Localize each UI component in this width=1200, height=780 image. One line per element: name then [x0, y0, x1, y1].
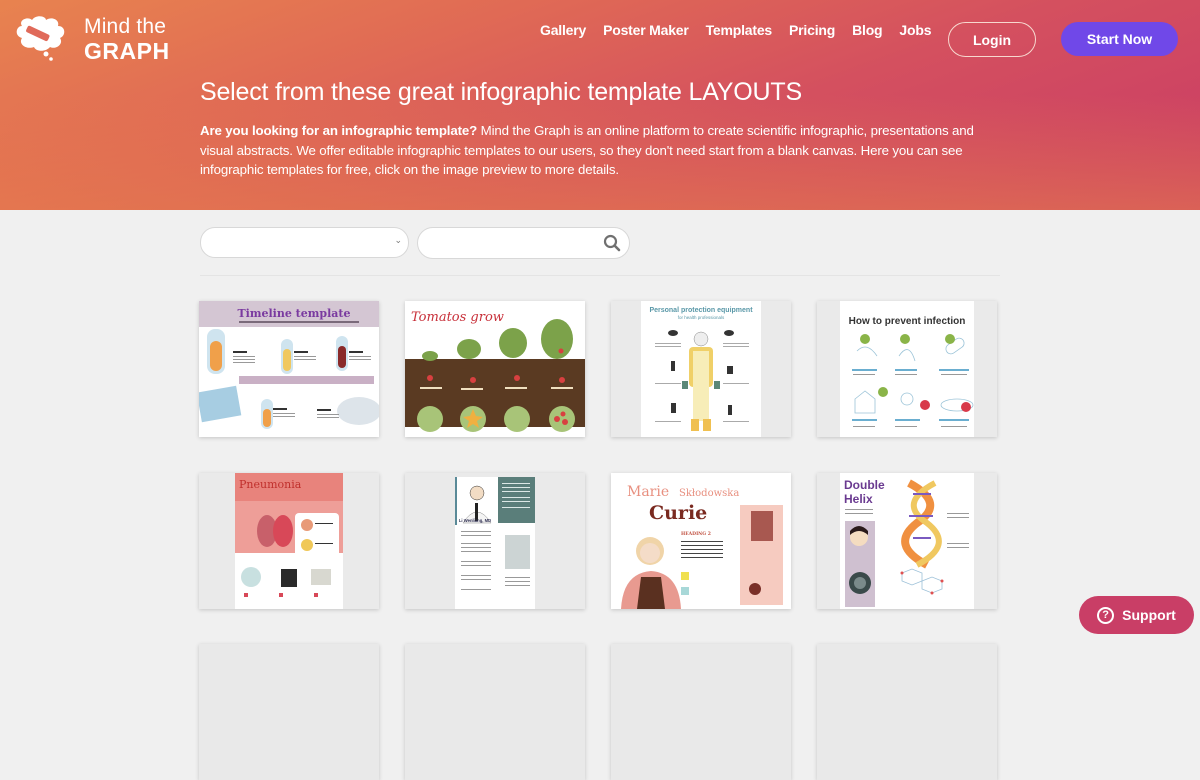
template-title: Timeline template — [238, 307, 351, 320]
template-heading: HEADING 2 — [681, 531, 711, 537]
nav-blog[interactable]: Blog — [852, 22, 883, 38]
start-now-button[interactable]: Start Now — [1061, 22, 1178, 56]
template-title-line1: Double — [844, 478, 885, 492]
template-title-line1: Marie — [627, 484, 669, 500]
template-thumbnail: Tomatos grow — [405, 301, 585, 437]
brain-pencil-icon — [16, 16, 65, 61]
logo-text-line1: Mind the — [84, 14, 167, 38]
nav-jobs[interactable]: Jobs — [899, 22, 931, 38]
logo[interactable]: Mind the GRAPH — [12, 14, 170, 64]
template-card-pneumonia[interactable]: Pneumonia — [199, 473, 379, 609]
template-card[interactable] — [817, 644, 997, 780]
template-title: Personal protection equipment — [649, 307, 753, 314]
template-title-line2: Curie — [649, 502, 707, 524]
main-nav: Gallery Poster Maker Templates Pricing B… — [540, 22, 931, 38]
template-thumbnail: Marie Skłodowska Curie HEADING 2 — [611, 473, 791, 609]
template-card-timeline[interactable]: Timeline template — [199, 301, 379, 437]
template-title-line1b: Skłodowska — [679, 488, 739, 499]
logo-text-line2: GRAPH — [84, 37, 170, 64]
magnifier-icon[interactable] — [603, 234, 621, 252]
login-button[interactable]: Login — [948, 22, 1036, 57]
template-card-li-wenliang[interactable]: Li Wenliang, MD — [405, 473, 585, 609]
template-title: Li Wenliang, MD — [459, 518, 491, 523]
divider — [200, 275, 1000, 276]
support-label: Support — [1122, 607, 1176, 623]
nav-poster-maker[interactable]: Poster Maker — [603, 22, 689, 38]
template-card-infection[interactable]: How to prevent infection — [817, 301, 997, 437]
template-card-marie-curie[interactable]: Marie Skłodowska Curie HEADING 2 — [611, 473, 791, 609]
chevron-down-icon: ⌄ — [394, 235, 402, 245]
question-circle-icon: ? — [1097, 606, 1115, 624]
search-box — [417, 227, 630, 259]
page-description: Are you looking for an infographic templ… — [200, 121, 1000, 180]
template-thumbnail: How to prevent infection — [817, 301, 997, 437]
template-thumbnail: Personal protection equipment for health… — [611, 301, 791, 437]
template-card[interactable] — [611, 644, 791, 780]
support-button[interactable]: ? Support — [1079, 596, 1194, 634]
template-title: Pneumonia — [239, 478, 302, 491]
template-title-line2: Helix — [844, 492, 873, 506]
search-input[interactable] — [430, 228, 610, 258]
template-card-double-helix[interactable]: Double Helix — [817, 473, 997, 609]
template-thumbnail: Double Helix — [817, 473, 997, 609]
template-card-ppe[interactable]: Personal protection equipment for health… — [611, 301, 791, 437]
template-thumbnail: Pneumonia — [199, 473, 379, 609]
template-thumbnail: Li Wenliang, MD — [405, 473, 585, 609]
nav-templates[interactable]: Templates — [706, 22, 773, 38]
category-select[interactable]: ⌄ — [200, 227, 409, 258]
template-card[interactable] — [405, 644, 585, 780]
template-card-tomatos[interactable]: Tomatos grow — [405, 301, 585, 437]
description-lead: Are you looking for an infographic templ… — [200, 123, 478, 138]
template-title: How to prevent infection — [849, 316, 966, 327]
page-title: Select from these great infographic temp… — [200, 78, 802, 106]
nav-gallery[interactable]: Gallery — [540, 22, 586, 38]
template-thumbnail: Timeline template — [199, 301, 379, 437]
template-title: Tomatos grow — [411, 310, 504, 325]
template-subtitle: for health professionals — [678, 315, 725, 320]
nav-pricing[interactable]: Pricing — [789, 22, 835, 38]
filter-bar: ⌄ — [200, 227, 630, 259]
template-card[interactable] — [199, 644, 379, 780]
